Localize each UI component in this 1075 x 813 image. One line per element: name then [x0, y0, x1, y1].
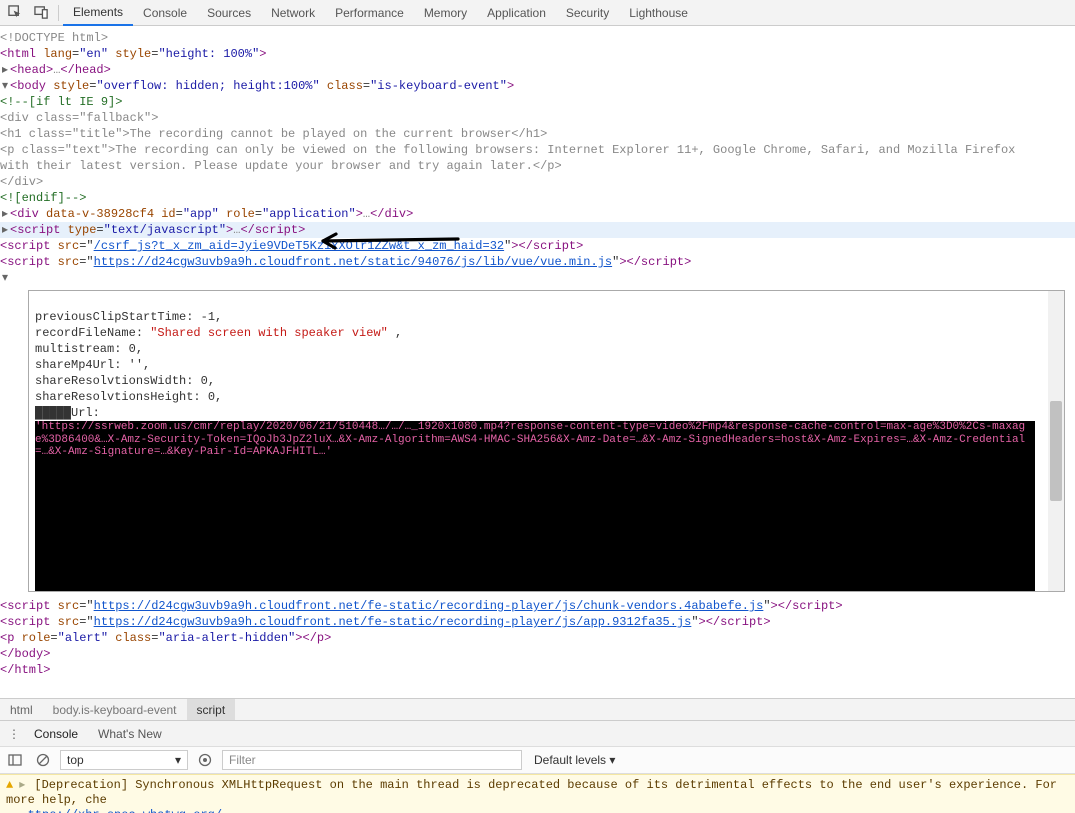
drawer-tab-whatsnew[interactable]: What's New	[88, 721, 172, 747]
chevron-down-icon: ▾	[175, 753, 181, 767]
console-filter-input[interactable]: Filter	[222, 750, 522, 770]
redacted-url-block: 'https://ssrweb.zoom.us/cmr/replay/2020/…	[35, 421, 1035, 592]
drawer-header: ⋮ Console What's New	[0, 720, 1075, 746]
tab-sources[interactable]: Sources	[197, 0, 261, 26]
crumb-html[interactable]: html	[0, 699, 43, 720]
code-line: multistream: 0,	[35, 342, 143, 356]
inspect-icon[interactable]	[2, 1, 28, 25]
filter-placeholder: Filter	[229, 753, 256, 767]
expand-icon[interactable]: ▸	[0, 222, 10, 238]
tab-console[interactable]: Console	[133, 0, 197, 26]
script-content-box[interactable]: previousClipStartTime: -1, recordFileNam…	[28, 290, 1065, 592]
ie-comment-open: <!--[if lt IE 9]>	[0, 95, 122, 109]
ie-comment-close: <![endif]-->	[0, 191, 86, 205]
devtools-toolbar: Elements Console Sources Network Perform…	[0, 0, 1075, 26]
dom-tree[interactable]: <!DOCTYPE html> <html lang="en" style="h…	[0, 26, 1075, 288]
clear-console-icon[interactable]	[32, 749, 54, 771]
tab-security[interactable]: Security	[556, 0, 619, 26]
log-levels-select[interactable]: Default levels ▾	[528, 750, 621, 770]
code-line: shareMp4Url: '',	[35, 358, 150, 372]
tab-elements[interactable]: Elements	[63, 0, 133, 26]
link-csrf[interactable]: /csrf_js?t_x_zm_aid=Jyie9VDeT5KzixXOlr1Z…	[94, 239, 504, 253]
code-line: shareResolvtionsHeight: 0,	[35, 390, 222, 404]
code-line: █████Url:	[35, 406, 107, 420]
toolbar-separator	[58, 5, 59, 21]
dom-node-selected[interactable]: ▸<script type="text/javascript">…</scrip…	[0, 222, 1075, 238]
drawer-tab-console[interactable]: Console	[24, 721, 88, 747]
kebab-menu-icon[interactable]: ⋮	[4, 727, 24, 741]
code-line: previousClipStartTime: -1,	[35, 310, 222, 324]
live-expression-icon[interactable]	[194, 749, 216, 771]
code-line: recordFileName:	[35, 326, 150, 340]
warning-link[interactable]: ttps://xhr.spec.whatwg.org/	[28, 808, 222, 813]
warning-text: [Deprecation] Synchronous XMLHttpRequest…	[6, 778, 1057, 807]
crumb-script[interactable]: script	[187, 699, 236, 720]
tab-application[interactable]: Application	[477, 0, 556, 26]
expand-icon[interactable]: ▸	[0, 206, 10, 222]
console-context-select[interactable]: top▾	[60, 750, 188, 770]
html-open[interactable]: <html	[0, 47, 43, 61]
tab-performance[interactable]: Performance	[325, 0, 414, 26]
scrollbar-thumb[interactable]	[1050, 401, 1062, 501]
dom-tree-continued[interactable]: <script src="https://d24cgw3uvb9a9h.clou…	[0, 594, 1075, 680]
collapse-icon[interactable]: ▾	[0, 78, 10, 94]
warning-icon: ▲	[6, 778, 13, 792]
console-warning-row[interactable]: ▲▸ [Deprecation] Synchronous XMLHttpRequ…	[0, 774, 1075, 813]
tab-network[interactable]: Network	[261, 0, 325, 26]
doctype: <!DOCTYPE html>	[0, 31, 108, 45]
console-messages: ▲▸ [Deprecation] Synchronous XMLHttpRequ…	[0, 774, 1075, 813]
scrollbar-track[interactable]	[1048, 291, 1064, 591]
expand-icon[interactable]: ▸	[0, 62, 10, 78]
link-vue[interactable]: https://d24cgw3uvb9a9h.cloudfront.net/st…	[94, 255, 612, 269]
tab-lighthouse[interactable]: Lighthouse	[619, 0, 698, 26]
link-app-js[interactable]: https://d24cgw3uvb9a9h.cloudfront.net/fe…	[94, 615, 692, 629]
console-toolbar: top▾ Filter Default levels ▾	[0, 746, 1075, 774]
crumb-body[interactable]: body.is-keyboard-event	[43, 699, 187, 720]
link-chunk-vendors[interactable]: https://d24cgw3uvb9a9h.cloudfront.net/fe…	[94, 599, 764, 613]
device-toggle-icon[interactable]	[28, 1, 54, 25]
code-line: shareResolvtionsWidth: 0,	[35, 374, 215, 388]
tab-memory[interactable]: Memory	[414, 0, 477, 26]
dom-breadcrumb: html body.is-keyboard-event script	[0, 698, 1075, 720]
collapse-icon[interactable]: ▾	[0, 270, 10, 286]
console-sidebar-toggle-icon[interactable]	[4, 749, 26, 771]
